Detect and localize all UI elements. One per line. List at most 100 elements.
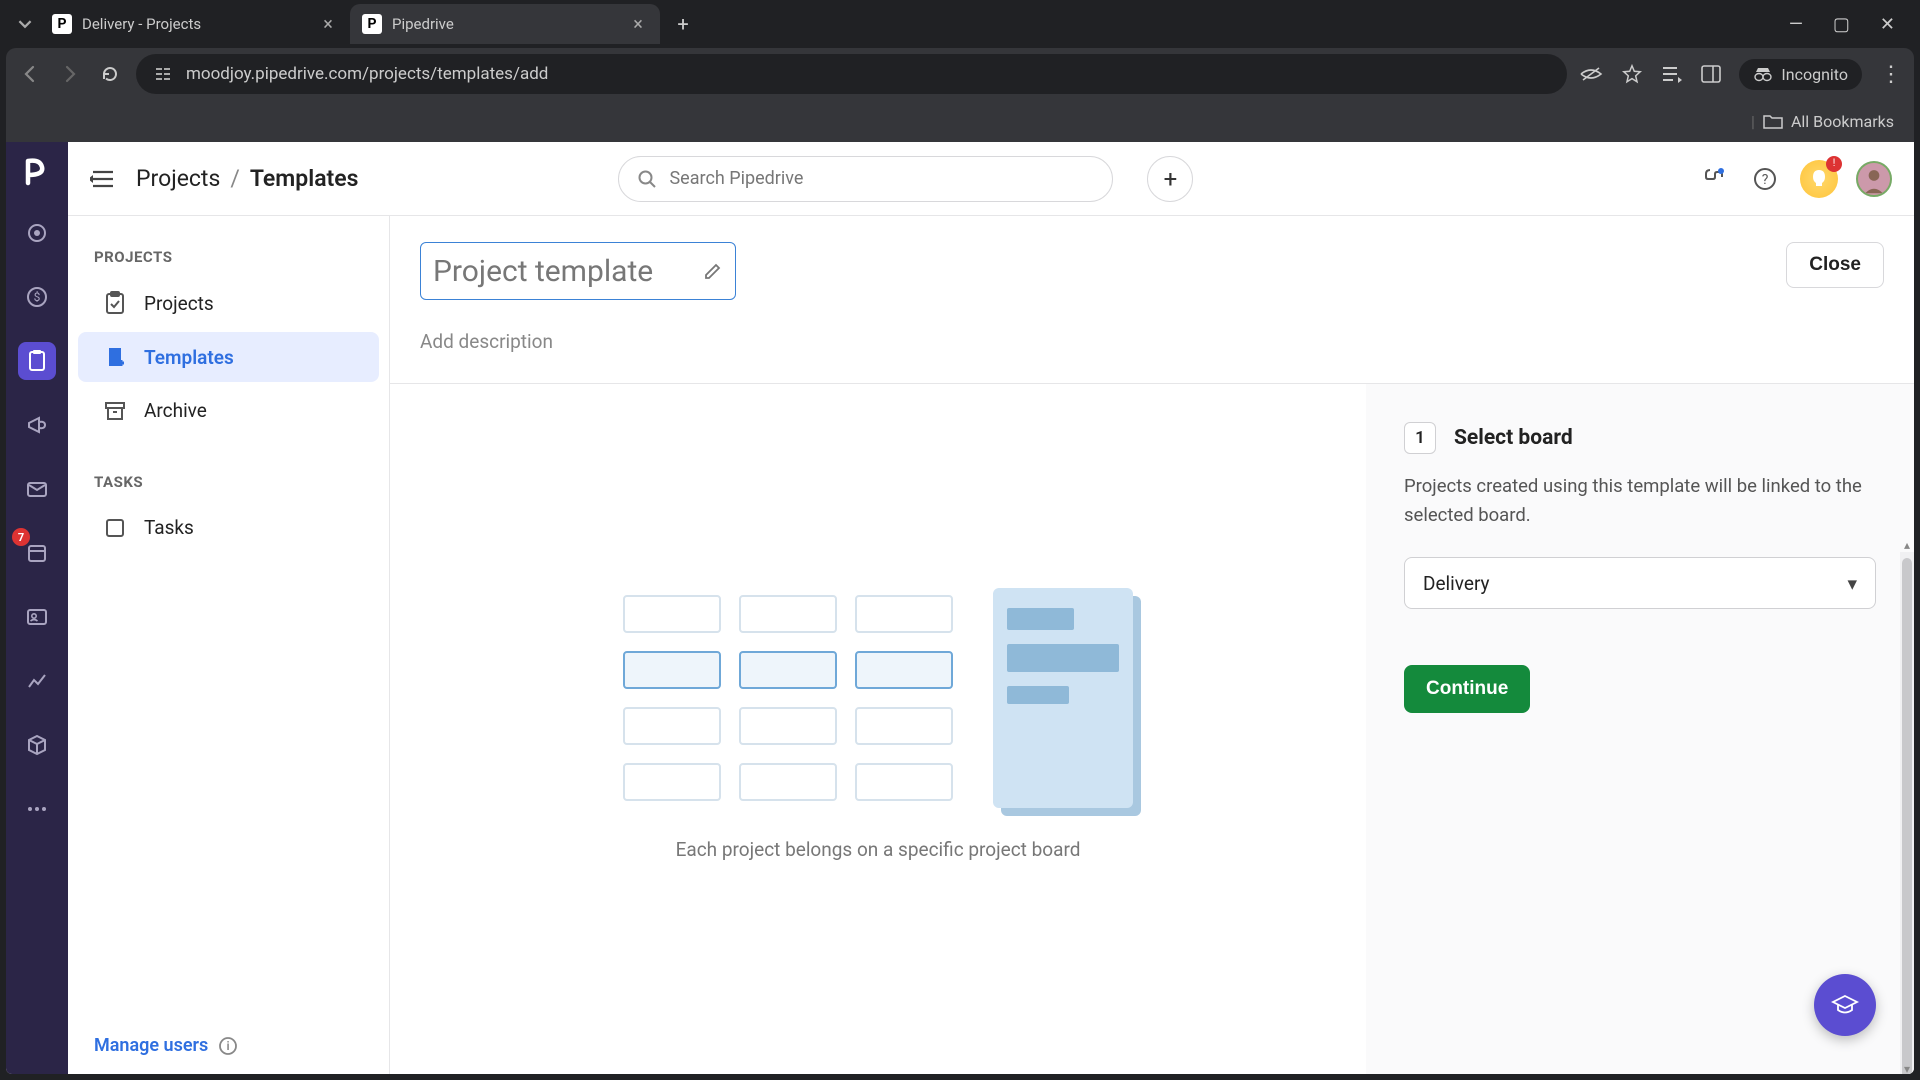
sidebar-item-archive[interactable]: Archive: [78, 386, 379, 435]
maximize-button[interactable]: ▢: [1833, 14, 1850, 35]
rail-item-projects[interactable]: [18, 342, 56, 380]
sales-assistant-icon[interactable]: !: [1800, 160, 1838, 198]
app-logo[interactable]: [21, 156, 53, 188]
task-icon: [104, 517, 128, 539]
search-placeholder: Search Pipedrive: [669, 168, 803, 189]
template-title-input[interactable]: Project template: [420, 242, 736, 300]
sidebar-label-projects: Projects: [144, 292, 214, 315]
illustration-area: Each project belongs on a specific proje…: [390, 384, 1366, 1074]
help-fab[interactable]: [1814, 974, 1876, 1036]
tab-favicon-1: P: [362, 14, 382, 34]
rail-item-activities[interactable]: 7: [18, 534, 56, 572]
info-icon: i: [218, 1036, 238, 1056]
add-button[interactable]: +: [1147, 156, 1193, 202]
sidebar-label-templates: Templates: [144, 346, 234, 369]
reload-button[interactable]: [96, 60, 124, 88]
search-input[interactable]: Search Pipedrive: [618, 156, 1113, 202]
forward-button[interactable]: [56, 60, 84, 88]
step-description: Projects created using this template wil…: [1404, 472, 1876, 529]
help-icon[interactable]: ?: [1748, 162, 1782, 196]
rail-item-leads[interactable]: [18, 214, 56, 252]
board-select-value: Delivery: [1423, 572, 1490, 595]
url-text: moodjoy.pipedrive.com/projects/templates…: [186, 64, 548, 84]
rail-item-more[interactable]: [18, 790, 56, 828]
bookmarks-folder-icon[interactable]: [1763, 113, 1783, 129]
svg-text:$: $: [34, 290, 41, 304]
tab-title-1: Pipedrive: [392, 15, 618, 33]
manage-users-link[interactable]: Manage users i: [68, 1017, 389, 1074]
browser-toolbar: moodjoy.pipedrive.com/projects/templates…: [6, 48, 1914, 100]
side-nav: PROJECTS Projects Templates: [68, 216, 390, 1074]
graduation-cap-icon: [1830, 990, 1860, 1020]
tab-close-0[interactable]: ×: [318, 14, 338, 35]
sidebar-label-archive: Archive: [144, 399, 207, 422]
archive-icon: [104, 400, 128, 422]
url-bar[interactable]: moodjoy.pipedrive.com/projects/templates…: [136, 54, 1567, 94]
rail-item-mail[interactable]: [18, 470, 56, 508]
add-description-input[interactable]: Add description: [420, 330, 553, 353]
incognito-label: Incognito: [1781, 65, 1848, 84]
app-header: Projects / Templates Search Pipedrive + …: [68, 142, 1914, 216]
edit-icon: [703, 261, 723, 281]
minimize-button[interactable]: ―: [1789, 14, 1803, 35]
illustration-pipeline: [623, 595, 953, 801]
collapse-sidebar-icon[interactable]: [90, 168, 116, 190]
all-bookmarks-link[interactable]: All Bookmarks: [1791, 112, 1894, 131]
svg-text:?: ?: [1762, 172, 1769, 188]
new-tab-button[interactable]: +: [668, 9, 698, 39]
browser-tab-1[interactable]: P Pipedrive ×: [350, 4, 660, 44]
close-button[interactable]: Close: [1786, 242, 1884, 288]
side-section-projects: PROJECTS: [68, 238, 389, 276]
tab-favicon-0: P: [52, 14, 72, 34]
rail-badge: 7: [12, 528, 30, 546]
rail-item-deals[interactable]: $: [18, 278, 56, 316]
continue-button[interactable]: Continue: [1404, 665, 1530, 713]
board-select[interactable]: Delivery ▾: [1404, 557, 1876, 609]
svg-text:i: i: [227, 1039, 230, 1053]
manage-users-label: Manage users: [94, 1035, 208, 1056]
breadcrumb: Projects / Templates: [136, 165, 358, 192]
browser-tab-0[interactable]: P Delivery - Projects ×: [40, 4, 350, 44]
rail-item-products[interactable]: [18, 726, 56, 764]
tab-close-1[interactable]: ×: [628, 14, 648, 35]
rail-item-insights[interactable]: [18, 662, 56, 700]
tab-title-0: Delivery - Projects: [82, 15, 308, 33]
sidebar-item-projects[interactable]: Projects: [78, 278, 379, 328]
chevron-down-icon: ▾: [1847, 572, 1857, 595]
notification-dot: !: [1826, 156, 1842, 172]
icon-rail: $ 7: [6, 142, 68, 1074]
close-window-button[interactable]: ✕: [1880, 14, 1895, 35]
bookmark-star-icon[interactable]: [1621, 63, 1643, 85]
incognito-badge[interactable]: Incognito: [1739, 59, 1862, 90]
search-icon: [637, 169, 657, 189]
back-button[interactable]: [16, 60, 44, 88]
sidebar-item-templates[interactable]: Templates: [78, 332, 379, 382]
sidebar-item-tasks[interactable]: Tasks: [78, 503, 379, 552]
breadcrumb-separator: /: [230, 165, 240, 192]
tab-strip: P Delivery - Projects × P Pipedrive × + …: [0, 0, 1920, 48]
step-number: 1: [1404, 422, 1436, 454]
illustration-card: [993, 588, 1133, 808]
incognito-eye-icon[interactable]: [1579, 64, 1603, 84]
breadcrumb-current: Templates: [250, 165, 359, 192]
template-icon: [104, 345, 128, 369]
breadcrumb-root[interactable]: Projects: [136, 165, 220, 192]
step-title: Select board: [1454, 426, 1573, 450]
config-panel: 1 Select board Projects created using th…: [1366, 384, 1914, 1074]
side-panel-icon[interactable]: [1701, 65, 1721, 83]
clipboard-icon: [104, 291, 128, 315]
content-area: Project template Close Add description: [390, 216, 1914, 1074]
illustration-caption: Each project belongs on a specific proje…: [676, 838, 1081, 861]
marketplace-icon[interactable]: [1696, 162, 1730, 196]
tab-search-button[interactable]: [10, 9, 40, 39]
browser-menu-icon[interactable]: ⋮: [1880, 62, 1904, 87]
side-section-tasks: TASKS: [68, 463, 389, 501]
scrollbar[interactable]: ▴ ▾: [1900, 552, 1914, 1074]
rail-item-campaigns[interactable]: [18, 406, 56, 444]
scroll-thumb[interactable]: [1902, 558, 1912, 1074]
user-avatar[interactable]: [1856, 161, 1892, 197]
sidebar-label-tasks: Tasks: [144, 516, 194, 539]
media-control-icon[interactable]: [1661, 64, 1683, 84]
rail-item-contacts[interactable]: [18, 598, 56, 636]
site-settings-icon[interactable]: [154, 65, 172, 83]
